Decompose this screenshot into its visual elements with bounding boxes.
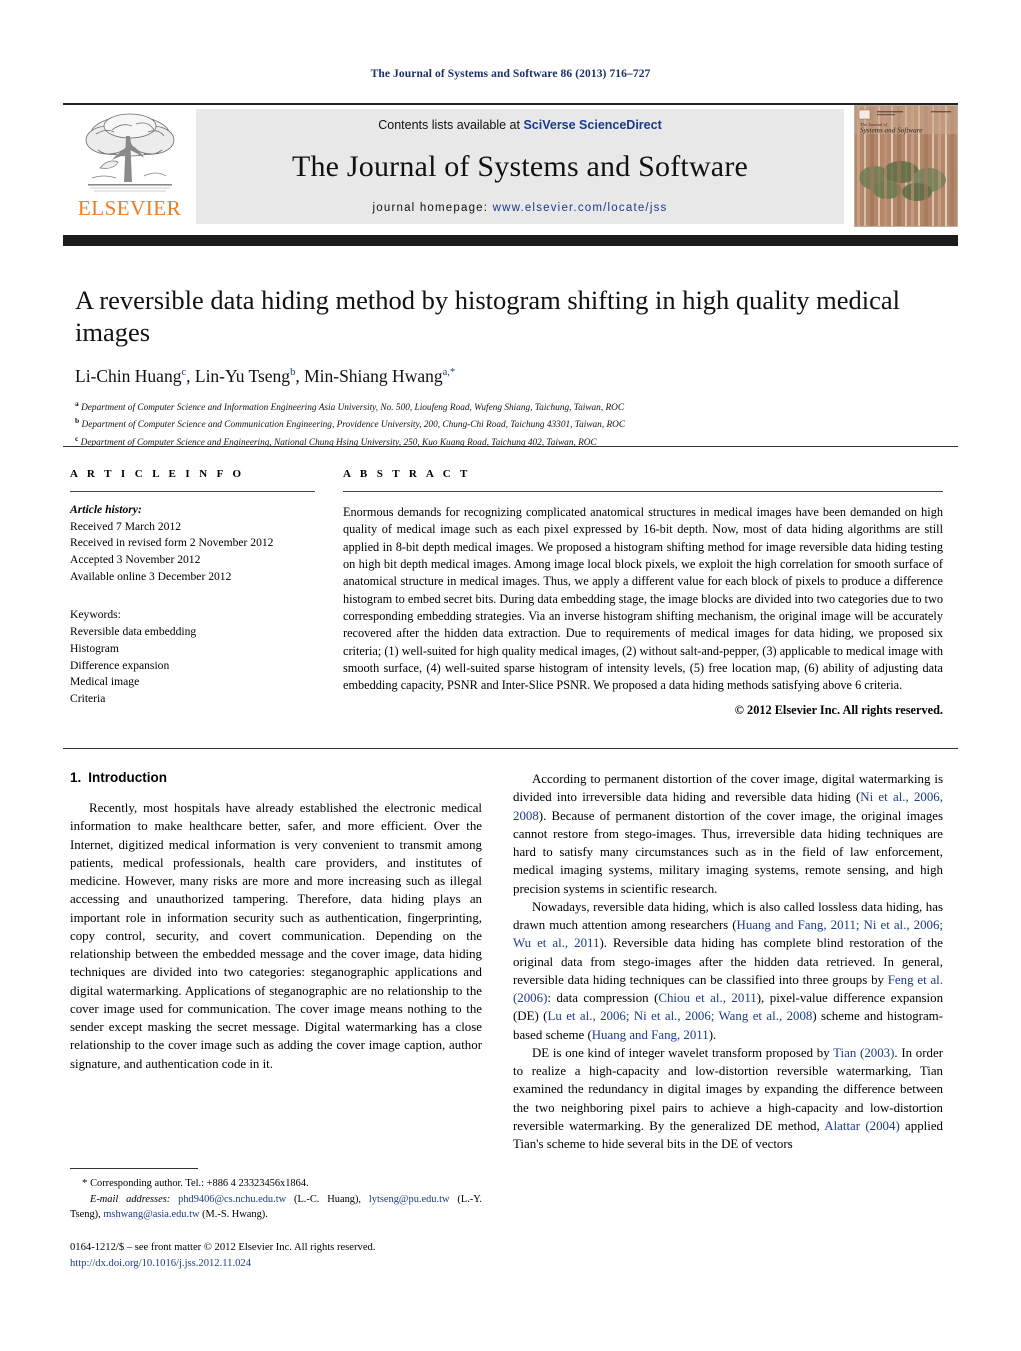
abstract-section: A B S T R A C T Enormous demands for rec… bbox=[343, 468, 943, 718]
section-number: 1. bbox=[70, 770, 82, 785]
issn-copyright-block: 0164-1212/$ – see front matter © 2012 El… bbox=[70, 1240, 530, 1272]
author-list: Li-Chin Huangc, Lin-Yu Tsengb, Min-Shian… bbox=[75, 365, 456, 386]
footnote-divider bbox=[70, 1168, 198, 1169]
abstract-heading: A B S T R A C T bbox=[343, 468, 471, 480]
affiliation-mark-c: c bbox=[75, 434, 79, 444]
section-heading-introduction: 1. Introduction bbox=[70, 770, 482, 785]
journal-masthead: ELSEVIER Contents lists available at Sci… bbox=[63, 103, 958, 228]
issn-line: 0164-1212/$ – see front matter © 2012 El… bbox=[70, 1242, 376, 1253]
affiliation-text-a: Department of Computer Science and Infor… bbox=[81, 402, 625, 413]
abstract-rule bbox=[343, 491, 943, 492]
journal-title: The Journal of Systems and Software bbox=[291, 150, 749, 183]
affiliation-a: a Department of Computer Science and Inf… bbox=[75, 398, 945, 416]
elsevier-wordmark: ELSEVIER bbox=[77, 196, 182, 220]
masthead-center-panel: Contents lists available at SciVerse Sci… bbox=[196, 109, 844, 224]
paragraph: According to permanent distortion of the… bbox=[513, 772, 943, 896]
article-info-rule bbox=[70, 491, 315, 492]
article-info-heading: A R T I C L E I N F O bbox=[70, 468, 245, 480]
running-head: The Journal of Systems and Software 86 (… bbox=[370, 68, 651, 80]
elsevier-logo: ELSEVIER bbox=[63, 105, 196, 228]
section-title: Introduction bbox=[88, 770, 167, 785]
body-column-right: According to permanent distortion of the… bbox=[513, 770, 943, 1153]
paper-page: The Journal of Systems and Software 86 (… bbox=[0, 0, 1021, 1351]
keyword-item: Criteria bbox=[70, 691, 106, 705]
history-revised: Received in revised form 2 November 2012 bbox=[70, 536, 274, 550]
body-column-left: 1. Introduction Recently, most hospitals … bbox=[70, 770, 482, 1073]
history-accepted: Accepted 3 November 2012 bbox=[70, 553, 201, 567]
homepage-url[interactable]: www.elsevier.com/locate/jss bbox=[493, 202, 668, 214]
abstract-text: Enormous demands for recognizing complic… bbox=[343, 505, 943, 693]
affiliation-b: b Department of Computer Science and Com… bbox=[75, 415, 945, 433]
footnote-block: * Corresponding author. Tel.: +886 4 233… bbox=[70, 1175, 482, 1223]
history-online: Available online 3 December 2012 bbox=[70, 569, 232, 583]
history-received: Received 7 March 2012 bbox=[70, 519, 182, 533]
keyword-item: Difference expansion bbox=[70, 658, 170, 672]
email-addresses-note: E-mail addresses: phd9406@cs.nchu.edu.tw… bbox=[70, 1193, 483, 1221]
masthead-black-bar bbox=[63, 235, 958, 246]
affiliation-list: a Department of Computer Science and Inf… bbox=[75, 398, 945, 451]
corresponding-author-note: * Corresponding author. Tel.: +886 4 233… bbox=[82, 1177, 309, 1189]
keyword-item: Reversible data embedding bbox=[70, 625, 197, 639]
journal-homepage-line: journal homepage: www.elsevier.com/locat… bbox=[373, 202, 668, 214]
paragraph: Nowadays, reversible data hiding, which … bbox=[513, 899, 944, 1042]
svg-text:Systems and Software: Systems and Software bbox=[860, 127, 923, 135]
article-history-label: Article history: bbox=[70, 503, 142, 516]
divider-above-abstract bbox=[63, 446, 958, 447]
contents-lists-line: Contents lists available at SciVerse Sci… bbox=[378, 118, 662, 132]
contents-lists-prefix: Contents lists available at bbox=[378, 118, 524, 132]
elsevier-tree-icon bbox=[85, 113, 174, 192]
title-block: A reversible data hiding method by histo… bbox=[75, 284, 945, 451]
affiliation-c: c Department of Computer Science and Eng… bbox=[75, 433, 945, 451]
homepage-prefix: journal homepage: bbox=[372, 202, 493, 214]
keywords-block: Keywords: Reversible data embedding Hist… bbox=[70, 607, 315, 707]
affiliation-mark-a: a bbox=[75, 398, 79, 408]
divider-below-abstract bbox=[63, 748, 958, 749]
abstract-copyright: © 2012 Elsevier Inc. All rights reserved… bbox=[734, 702, 943, 717]
keywords-label: Keywords: bbox=[70, 608, 121, 622]
doi-link[interactable]: http://dx.doi.org/10.1016/j.jss.2012.11.… bbox=[70, 1256, 530, 1272]
affiliation-text-b: Department of Computer Science and Commu… bbox=[81, 420, 626, 431]
paragraph: Recently, most hospitals have already es… bbox=[70, 801, 482, 1071]
affiliation-mark-b: b bbox=[75, 416, 80, 426]
article-info-section: A R T I C L E I N F O Article history: R… bbox=[70, 468, 315, 708]
article-history: Article history: Received 7 March 2012 R… bbox=[70, 502, 315, 585]
sciencedirect-link[interactable]: SciVerse ScienceDirect bbox=[523, 118, 661, 132]
keyword-item: Histogram bbox=[70, 641, 119, 655]
journal-cover-thumbnail: The Journal of Systems and Software bbox=[854, 105, 958, 227]
page-title: A reversible data hiding method by histo… bbox=[75, 285, 901, 348]
journal-cover-image: The Journal of Systems and Software bbox=[855, 106, 957, 226]
keyword-item: Medical image bbox=[70, 675, 140, 689]
paragraph: DE is one kind of integer wavelet transf… bbox=[513, 1045, 944, 1151]
